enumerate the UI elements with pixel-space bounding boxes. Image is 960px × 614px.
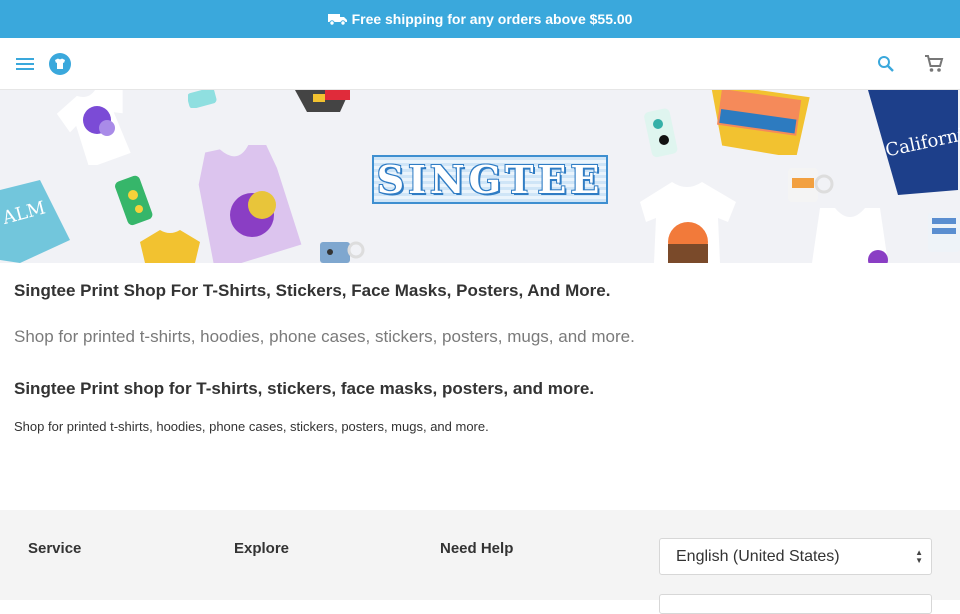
singtee-logo: SINGTEE [372, 155, 608, 204]
language-select[interactable]: English (United States) ▲ ▼ [659, 538, 932, 575]
page-heading: Singtee Print Shop For T-Shirts, Sticker… [14, 281, 611, 300]
section-heading: Singtee Print shop for T-shirts, sticker… [14, 379, 595, 398]
tank-top-image [198, 145, 302, 263]
mug-image [928, 212, 960, 252]
announcement-text: Free shipping for any orders above $55.0… [351, 11, 633, 27]
site-footer: Service Explore Need Help English (Unite… [0, 510, 960, 614]
section-body: Shop for printed t-shirts, hoodies, phon… [14, 419, 489, 434]
language-select-value: English (United States) [676, 548, 840, 565]
footer-need-help-heading: Need Help [440, 540, 514, 557]
footer-explore-heading: Explore [234, 540, 290, 557]
tank-top-image [812, 208, 888, 263]
currency-select[interactable] [659, 594, 932, 614]
truck-icon [327, 12, 348, 26]
phone-case-image [188, 90, 217, 108]
select-arrows-icon: ▲ ▼ [915, 548, 923, 565]
page-lead: Shop for printed t-shirts, hoodies, phon… [14, 327, 635, 346]
mug-image [320, 241, 365, 263]
announcement-bar: Free shipping for any orders above $55.0… [0, 0, 960, 38]
phone-case-image [115, 175, 153, 226]
tshirt-image [295, 90, 350, 112]
search-icon[interactable] [874, 52, 898, 76]
cart-icon[interactable] [922, 52, 946, 76]
site-header [0, 38, 960, 90]
hero-banner: ALM California SINGTEE [0, 90, 960, 263]
poster-image [710, 90, 810, 155]
tshirt-logo-icon[interactable] [47, 51, 73, 77]
menu-icon[interactable] [12, 52, 38, 76]
tshirt-image [640, 182, 736, 263]
footer-service-heading: Service [28, 540, 82, 557]
tshirt-image [56, 90, 131, 165]
tshirt-image: ALM [0, 180, 70, 263]
mug-image [788, 168, 834, 202]
tshirt-image: California [868, 90, 960, 195]
phone-case-image [644, 108, 678, 158]
